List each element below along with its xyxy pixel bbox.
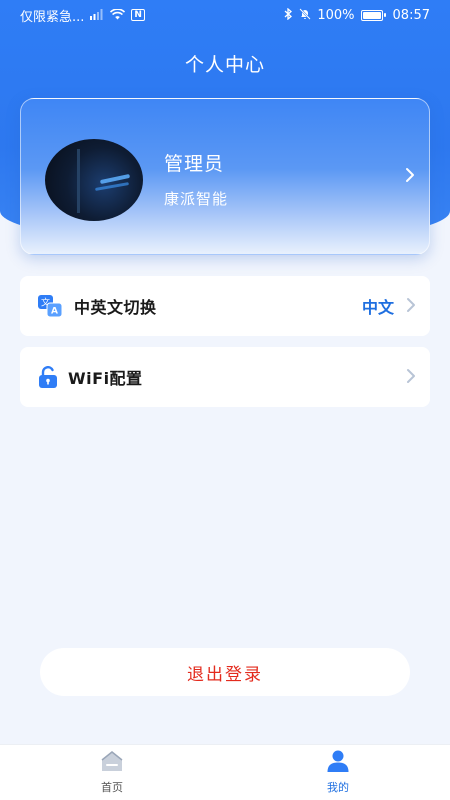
- bottom-tab-bar: 首页 我的: [0, 744, 450, 800]
- wifi-config-row[interactable]: WiFi配置: [20, 347, 430, 407]
- signal-icon: [90, 8, 104, 22]
- chevron-right-icon: [405, 167, 415, 187]
- status-bar: 仅限紧急... N 100% 08:57: [0, 0, 450, 30]
- avatar: [45, 139, 143, 221]
- chevron-right-icon: [406, 297, 416, 317]
- chevron-right-icon: [406, 368, 416, 388]
- logout-button[interactable]: 退出登录: [40, 648, 410, 696]
- tab-home-label: 首页: [101, 781, 123, 794]
- svg-text:A: A: [51, 307, 58, 317]
- lock-icon: [38, 366, 62, 388]
- translate-icon: 文 A: [38, 295, 63, 318]
- tab-mine[interactable]: 我的: [298, 745, 378, 800]
- tab-home[interactable]: 首页: [72, 745, 152, 800]
- profile-name: 管理员: [164, 153, 225, 175]
- language-switch-label: 中英文切换: [74, 298, 157, 317]
- carrier-text: 仅限紧急...: [20, 9, 85, 25]
- profile-card[interactable]: 管理员 康派智能: [20, 98, 430, 255]
- language-switch-row[interactable]: 文 A 中英文切换 中文: [20, 276, 430, 336]
- language-current-value: 中文: [361, 298, 394, 317]
- mute-icon: [299, 8, 312, 22]
- battery-percent: 100%: [317, 7, 355, 23]
- page-title: 个人中心: [184, 54, 265, 76]
- user-icon: [326, 749, 350, 773]
- status-time: 08:57: [392, 7, 430, 23]
- tab-mine-label: 我的: [327, 781, 349, 794]
- wifi-icon: [110, 7, 126, 22]
- bluetooth-icon: [284, 7, 293, 22]
- profile-company: 康派智能: [164, 190, 229, 208]
- home-icon: [100, 749, 124, 773]
- battery-icon: [360, 9, 386, 21]
- nfc-icon: N: [131, 9, 145, 21]
- wifi-config-label: WiFi配置: [68, 369, 143, 388]
